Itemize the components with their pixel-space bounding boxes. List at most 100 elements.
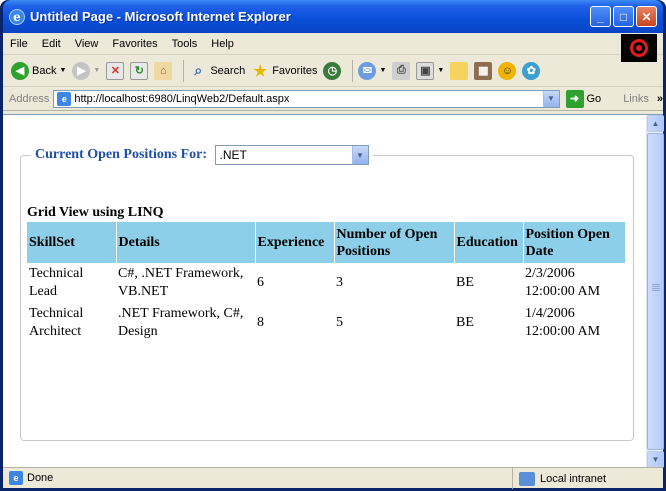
cell-open-positions: 5 [336, 315, 343, 330]
research-button[interactable]: ▦ [474, 61, 493, 80]
refresh-button[interactable]: ↻ [130, 61, 149, 80]
cell-open-positions: 3 [336, 275, 343, 290]
page-icon: e [57, 91, 72, 106]
menu-favorites[interactable]: Favorites [105, 38, 164, 50]
address-bar: Address e http://localhost:6980/LinqWeb2… [3, 87, 663, 111]
page-done-icon: e [9, 471, 23, 485]
ie-logo-icon: e [9, 8, 25, 25]
edit-page-icon: ▣ [416, 61, 435, 80]
print-icon: ⎙ [392, 61, 411, 80]
page-viewport: Current Open Positions For: .NET ▼ Grid … [3, 114, 664, 468]
toolbar-separator [352, 59, 354, 82]
edit-button[interactable]: ▣ ▼ [416, 61, 444, 80]
browser-client: File Edit View Favorites Tools Help ◀ Ba… [3, 33, 664, 489]
mail-icon: ✉ [358, 61, 377, 80]
address-label: Address [9, 92, 50, 105]
mail-button[interactable]: ✉ ▼ [358, 61, 386, 80]
msn-button[interactable]: ✿ [522, 61, 541, 80]
technology-select-value: .NET [219, 148, 247, 162]
back-label: Back [32, 64, 57, 77]
messenger-button[interactable]: ☺ [498, 61, 517, 80]
page-content: Current Open Positions For: .NET ▼ Grid … [3, 115, 646, 468]
chevron-right-icon[interactable]: » [657, 93, 663, 105]
status-bar: e Done Local intranet [3, 467, 663, 489]
cell-education: BE [456, 315, 474, 330]
chevron-down-icon[interactable]: ▼ [351, 146, 368, 164]
home-icon: ⌂ [154, 61, 173, 80]
star-icon: ★ [253, 62, 267, 80]
grid-title: Grid View using LINQ [27, 205, 164, 220]
refresh-icon: ↻ [130, 61, 149, 80]
menu-view[interactable]: View [68, 38, 106, 50]
cell-education: BE [456, 275, 474, 290]
back-dropdown-icon[interactable]: ▼ [59, 67, 66, 74]
butterfly-icon: ✿ [522, 61, 541, 80]
header-open-positions: Number of Open Positions [334, 222, 455, 263]
browser-window: e Untitled Page - Microsoft Internet Exp… [0, 0, 666, 491]
go-label: Go [586, 92, 602, 105]
print-button[interactable]: ⎙ [392, 61, 411, 80]
header-skillset: SkillSet [27, 222, 117, 263]
grid-header-row: SkillSet Details Experience Number of Op… [27, 222, 626, 263]
positions-grid: SkillSet Details Experience Number of Op… [27, 222, 626, 343]
back-arrow-icon: ◀ [11, 61, 29, 80]
vertical-scrollbar[interactable]: ▲ ▼ [646, 115, 664, 468]
address-url: http://localhost:6980/LinqWeb2/Default.a… [74, 92, 290, 105]
menu-edit[interactable]: Edit [35, 38, 68, 50]
home-button[interactable]: ⌂ [154, 61, 173, 80]
stop-button[interactable]: ✕ [106, 61, 125, 80]
research-icon: ▦ [474, 61, 493, 80]
header-details: Details [116, 222, 256, 263]
go-button[interactable]: ➜ Go [565, 89, 602, 108]
maximize-button[interactable]: □ [613, 6, 634, 27]
address-input[interactable]: e http://localhost:6980/LinqWeb2/Default… [53, 89, 560, 108]
windows-throbber-logo [621, 34, 657, 62]
menu-file[interactable]: File [3, 38, 35, 50]
close-button[interactable]: ✕ [636, 6, 657, 27]
cell-details: .NET Framework, C#, Design [118, 306, 244, 339]
discuss-button[interactable] [450, 61, 469, 80]
minimize-button[interactable]: _ [590, 6, 611, 27]
menu-help[interactable]: Help [204, 38, 241, 50]
header-open-date: Position Open Date [523, 222, 626, 263]
header-education: Education [454, 222, 524, 263]
security-zone: Local intranet [512, 468, 606, 489]
cell-open-date: 2/3/2006 12:00:00 AM [525, 266, 601, 299]
note-icon [450, 61, 469, 80]
mail-dropdown-icon[interactable]: ▼ [379, 67, 386, 74]
technology-select[interactable]: .NET ▼ [214, 145, 369, 165]
stop-icon: ✕ [106, 61, 125, 80]
history-icon: ◷ [323, 61, 342, 80]
window-title: Untitled Page - Microsoft Internet Explo… [30, 9, 291, 24]
forward-dropdown-icon[interactable]: ▼ [93, 67, 100, 74]
menu-tools[interactable]: Tools [165, 38, 205, 50]
scroll-down-icon[interactable]: ▼ [647, 451, 664, 468]
toolbar-separator [183, 59, 185, 82]
search-button[interactable]: ⌕ Search [189, 62, 245, 80]
zone-label: Local intranet [540, 472, 607, 485]
table-row: Technical Lead C#, .NET Framework, VB.NE… [27, 263, 625, 303]
smiley-icon: ☺ [498, 61, 517, 80]
scroll-up-icon[interactable]: ▲ [647, 115, 664, 132]
menu-bar: File Edit View Favorites Tools Help [3, 33, 663, 62]
search-label: Search [210, 64, 246, 77]
status-text: Done [27, 472, 54, 484]
positions-legend: Current Open Positions For: .NET ▼ [31, 145, 373, 165]
scroll-thumb[interactable] [647, 133, 664, 450]
cell-open-date: 1/4/2006 12:00:00 AM [525, 306, 601, 339]
go-arrow-icon: ➜ [565, 89, 584, 108]
header-experience: Experience [255, 222, 335, 263]
cell-experience: 8 [257, 315, 264, 330]
history-button[interactable]: ◷ [323, 61, 342, 80]
back-button[interactable]: ◀ Back ▼ [11, 61, 66, 80]
forward-arrow-icon: ▶ [72, 61, 91, 80]
cell-details: C#, .NET Framework, VB.NET [118, 266, 244, 299]
links-button[interactable]: Links [623, 93, 649, 105]
favorites-button[interactable]: ★ Favorites [251, 62, 317, 80]
address-dropdown-icon[interactable]: ▼ [542, 90, 559, 107]
legend-label: Current Open Positions For: [35, 147, 208, 163]
edit-dropdown-icon[interactable]: ▼ [437, 67, 444, 74]
forward-button[interactable]: ▶ ▼ [72, 61, 100, 80]
cell-skillset: Technical Lead [29, 266, 84, 299]
title-bar: e Untitled Page - Microsoft Internet Exp… [3, 0, 663, 33]
